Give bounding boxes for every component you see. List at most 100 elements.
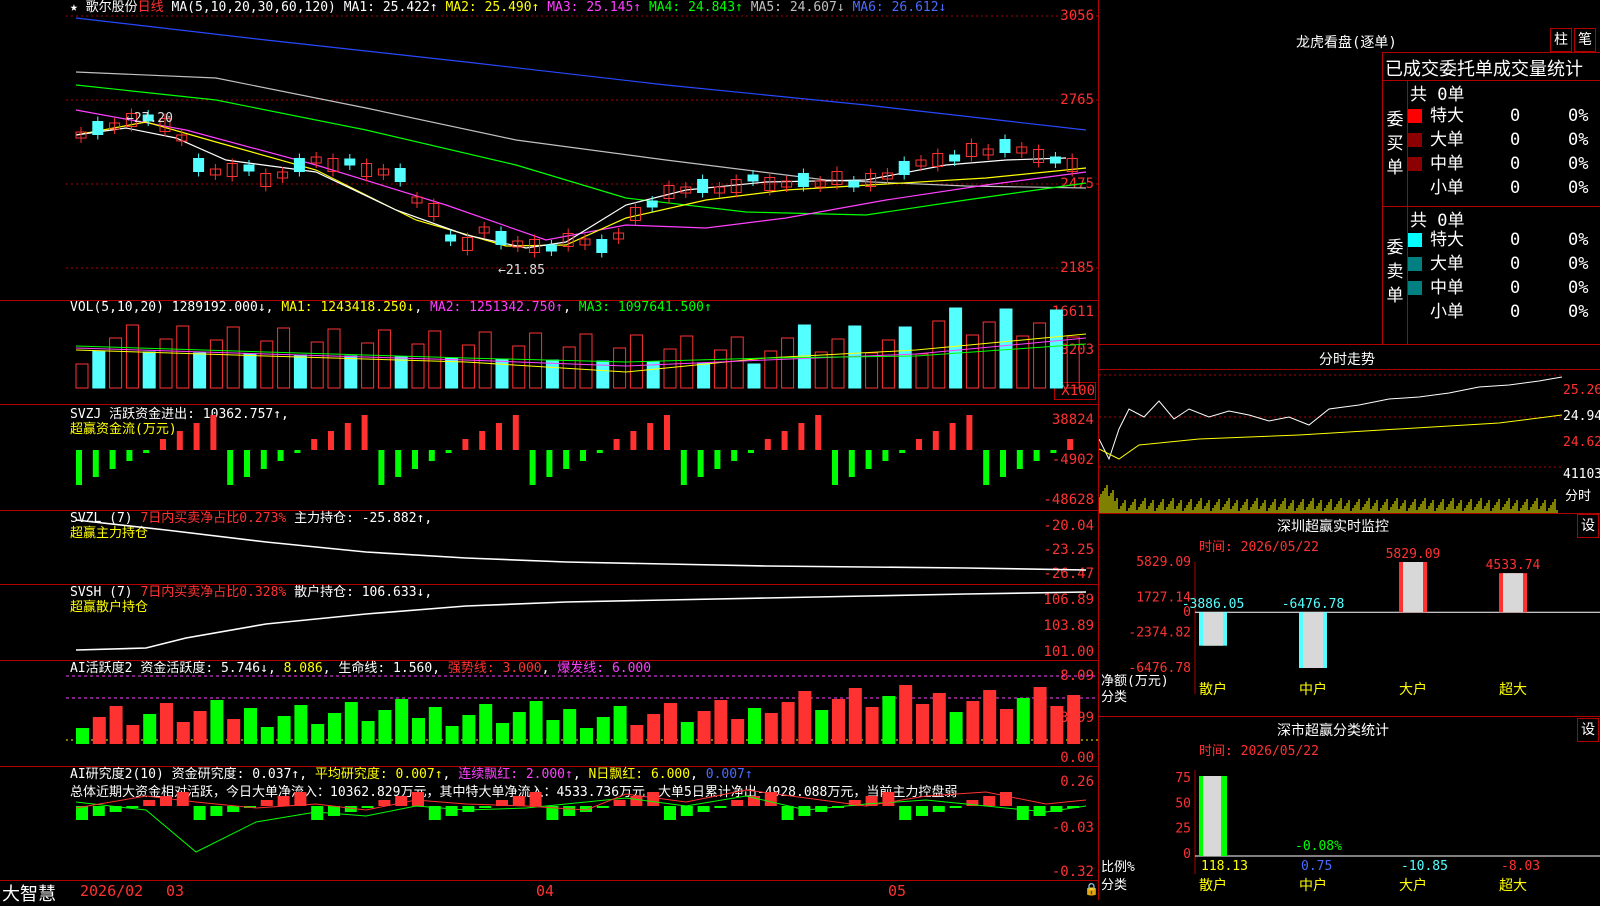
flow-bar (546, 450, 553, 477)
ma6-line (75, 17, 1087, 131)
price-pane[interactable]: 3056 2765 2475 2185 ★ 歌尔股份日线 MA(5,10,20,… (0, 0, 1098, 301)
order-row-percent: 0% (1568, 130, 1589, 150)
flow-bar (949, 423, 956, 450)
order-row-percent: 0% (1568, 302, 1589, 322)
activity-bar (529, 701, 543, 744)
research-bar (697, 806, 710, 812)
order-row-sell: 大单 0 0% (1408, 252, 1600, 276)
volume-bar (747, 363, 761, 389)
category-label: 超大 (1499, 878, 1527, 894)
activity-bar (697, 711, 711, 744)
classification-bar-label: -10.85 (1401, 859, 1448, 874)
research-bar (277, 796, 290, 806)
price-chart[interactable] (66, 0, 1098, 300)
flow-bar (227, 450, 234, 485)
activity-bar (311, 724, 325, 744)
volume-bar (193, 352, 207, 389)
ai-activity-pane[interactable]: 8.09 3.99 0.00 AI活跃度2 资金活跃度: 5.746↓, 8.0… (0, 660, 1098, 767)
volume-bar (613, 347, 627, 389)
volume-bar (881, 339, 895, 389)
volume-bar (445, 357, 459, 389)
research-bar (563, 806, 576, 816)
column-view-button[interactable]: 柱 (1550, 28, 1572, 52)
research-bar (899, 806, 912, 820)
classification-bar-label: -8.03 (1501, 859, 1540, 874)
volume-bar (159, 338, 173, 389)
lock-icon[interactable]: 🔒 (1084, 882, 1099, 896)
activity-bar (882, 696, 896, 744)
intraday-pane[interactable]: 分时走势 25.26 24.94 24.62 41103 分时 (1099, 344, 1600, 514)
volume-bar (495, 358, 509, 389)
volume-bars (75, 307, 1080, 389)
volume-chart[interactable] (66, 300, 1098, 404)
tick-view-button[interactable]: 笔 (1574, 28, 1596, 52)
svzl-chart[interactable] (66, 510, 1098, 584)
flow-bar (865, 450, 872, 469)
research-bar (916, 806, 928, 816)
candle-body (344, 158, 356, 166)
realtime-chart[interactable]: 5829.091727.140-2374.82-6476.78-3886.05散… (1099, 512, 1600, 716)
realtime-bar-core (1403, 562, 1423, 613)
research-bar (210, 806, 223, 816)
research-bar (361, 806, 374, 808)
order-row-percent: 0% (1568, 230, 1589, 250)
svzj-pane[interactable]: 38824 -4902 -48628 SVZJ 活跃资金进出: 10362.75… (0, 404, 1098, 511)
order-row-label: 大单 (1430, 130, 1464, 150)
volume-bar (646, 361, 660, 389)
activity-bar (143, 714, 157, 744)
x-label: 03 (166, 882, 185, 900)
intraday-unit: 分时 (1565, 489, 1592, 504)
flow-bar (731, 450, 738, 461)
volume-pane[interactable]: 16611 8203 X100 VOL(5,10,20) 1289192.000… (0, 300, 1098, 405)
realtime-bar-core (1503, 573, 1523, 613)
research-bar (512, 796, 525, 806)
buy-side-label: 委买单 (1386, 110, 1404, 178)
candle-body (898, 161, 910, 175)
order-row-buy: 小单 0 0% (1408, 176, 1600, 200)
volume-bar (142, 351, 156, 389)
ai-research-pane[interactable]: 0.26 -0.03 -0.32 AI研究度2(10) 资金研究度: 0.037… (0, 766, 1098, 881)
flow-bar (563, 450, 570, 469)
flow-bar (798, 423, 805, 450)
x-label: 2026/02 (80, 882, 144, 900)
order-row-label: 特大 (1430, 230, 1464, 250)
research-bar (1000, 792, 1012, 806)
activity-bar (815, 710, 829, 744)
candle-body (697, 179, 709, 193)
flow-bar (647, 423, 654, 450)
activity-bar (496, 723, 509, 744)
activity-bar (664, 703, 677, 744)
flow-bar (109, 450, 116, 469)
classification-bar-label: 118.13 (1201, 859, 1248, 874)
color-swatch (1408, 257, 1422, 271)
activity-bar (210, 700, 224, 744)
research-bar (798, 806, 811, 816)
svsh-pane[interactable]: 106.89 103.89 101.00 SVSH (7) 7日内买卖净占比0.… (0, 584, 1098, 661)
intraday-chart[interactable] (1099, 369, 1562, 513)
color-swatch (1408, 133, 1422, 147)
candle-body (92, 121, 104, 135)
flow-bar (680, 450, 687, 485)
flow-bar (361, 415, 368, 450)
research-bar (92, 806, 105, 816)
activity-bar (563, 709, 577, 744)
classification-stats[interactable]: 深市超赢分类统计 设 时间: 2026/05/22 比例% 分类 75 50 25 0… (1099, 716, 1600, 900)
svzj-chart[interactable] (66, 404, 1098, 510)
order-row-value: 0 (1510, 278, 1521, 298)
realtime-monitor[interactable]: 深圳超赢实时监控 设 时间: 2026/05/22 净额(万元) 分类 5829… (1099, 512, 1600, 717)
order-row-label: 大单 (1430, 254, 1464, 274)
activity-bar (227, 719, 241, 744)
flow-bar (1000, 450, 1006, 477)
low-price-label: ←21.85 (498, 263, 545, 278)
category-label: 散户 (1199, 877, 1227, 894)
ai-activity-chart[interactable] (66, 660, 1098, 766)
volume-bar (92, 350, 106, 389)
activity-bar (462, 715, 476, 744)
research-bar (781, 806, 794, 820)
ai-research-chart[interactable] (66, 766, 1098, 880)
volume-bar (226, 326, 240, 389)
svsh-chart[interactable] (66, 584, 1098, 660)
classification-chart[interactable]: 75 50 25 0 118.13 散户 0.75 中户 -10.85 大户 -8.03 超大 -0.0… (1099, 716, 1600, 900)
volume-bar (461, 344, 475, 389)
svzl-pane[interactable]: -20.04 -23.25 -26.47 SVZL (7) 7日内买卖净占比0.… (0, 510, 1098, 585)
